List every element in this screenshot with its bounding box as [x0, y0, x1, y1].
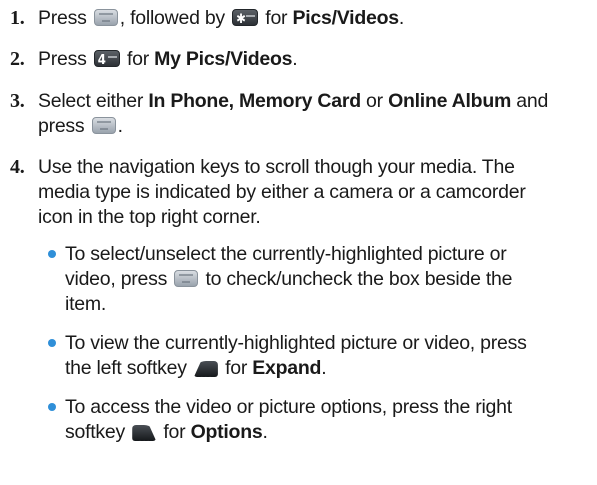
bullet-line: item.: [65, 293, 107, 315]
bullet-line: To select/unselect the currently-highlig…: [65, 243, 507, 265]
bullet-text-part: to check/uncheck the box beside the: [205, 268, 513, 290]
star-shift-key-icon: ✱: [232, 9, 259, 27]
step-text: Press: [38, 48, 87, 70]
bullet-text: To select/unselect the currently-highlig…: [65, 242, 593, 317]
bullet-text-part: for: [163, 421, 186, 443]
bullet-text-part: softkey: [65, 421, 126, 443]
bullet-line: video, press to check/uncheck the box be…: [65, 267, 593, 292]
step-text: press: [38, 115, 85, 137]
step-4: 4. Use the navigation keys to scroll tho…: [10, 155, 595, 230]
step-line: Use the navigation keys to scroll though…: [38, 156, 515, 178]
bullet-item: To view the currently-highlighted pictur…: [48, 331, 593, 381]
four-glyph: 4: [97, 53, 106, 68]
step-line: icon in the top right corner.: [38, 206, 261, 228]
menu-ok-key-icon: [91, 117, 116, 134]
instruction-page: 1. Press , followed by ✱ for Pics/Videos…: [0, 0, 597, 485]
bullet-text-part: video, press: [65, 268, 168, 290]
bullet-text-part: .: [262, 421, 268, 443]
step-text: .: [398, 7, 405, 29]
four-ghi-key-icon: 4: [93, 50, 120, 68]
menu-term: In Phone, Memory Card: [148, 90, 361, 112]
menu-term: Online Album: [388, 90, 512, 112]
bullet-line: the left softkey ... for Expand.: [65, 356, 593, 381]
step-text: .: [292, 48, 298, 70]
step-text: and: [516, 90, 549, 112]
step-body: Press 4 for My Pics/Videos.: [38, 47, 595, 72]
bullet-text: To view the currently-highlighted pictur…: [65, 331, 593, 381]
step-3: 3. Select either In Phone, Memory Card o…: [10, 89, 595, 139]
menu-term: Expand: [252, 357, 322, 379]
left-softkey-icon: ...: [193, 361, 218, 377]
menu-term: Pics/Videos: [292, 7, 399, 29]
step-text: Select either: [38, 90, 144, 112]
bullet-dot: [48, 339, 56, 347]
step-text: for: [265, 7, 288, 29]
menu-ok-key-icon: [93, 9, 118, 26]
bullet-line: To view the currently-highlighted pictur…: [65, 332, 527, 354]
step-body: Use the navigation keys to scroll though…: [38, 155, 595, 230]
bullet-dot: [48, 250, 56, 258]
bullet-line: To access the video or picture options, …: [65, 396, 512, 418]
step-number: 1.: [10, 7, 25, 29]
bullet-item: To select/unselect the currently-highlig…: [48, 242, 593, 317]
step-text: Press: [38, 7, 87, 29]
bullet-text-part: .: [321, 357, 327, 379]
step-number: 4.: [10, 156, 25, 178]
step-body: Press , followed by ✱ for Pics/Videos.: [38, 6, 595, 31]
bullet-item: To access the video or picture options, …: [48, 395, 593, 445]
bullet-line: softkey ... for Options.: [65, 420, 593, 445]
step-line: press .: [38, 114, 595, 139]
step-body: Select either In Phone, Memory Card or O…: [38, 89, 595, 139]
bullet-text: To access the video or picture options, …: [65, 395, 593, 445]
step-1: 1. Press , followed by ✱ for Pics/Videos…: [10, 6, 595, 31]
step-number: 2.: [10, 48, 25, 70]
menu-term: Options: [190, 421, 263, 443]
step-2: 2. Press 4 for My Pics/Videos.: [10, 47, 595, 72]
step-text: .: [117, 115, 123, 137]
step-line: Select either In Phone, Memory Card or O…: [38, 89, 595, 114]
right-softkey-icon: ...: [132, 425, 157, 441]
step-text: or: [366, 90, 383, 112]
bullet-dot: [48, 403, 56, 411]
step-text: , followed by: [119, 7, 225, 29]
bullet-text-part: the left softkey: [65, 357, 187, 379]
bullet-text-part: for: [225, 357, 248, 379]
step-line: media type is indicated by either a came…: [38, 181, 526, 203]
menu-term: My Pics/Videos: [154, 48, 293, 70]
star-glyph: ✱: [236, 12, 246, 27]
menu-ok-key-icon: [174, 270, 199, 287]
step-number: 3.: [10, 90, 25, 112]
step-text: for: [126, 48, 149, 70]
